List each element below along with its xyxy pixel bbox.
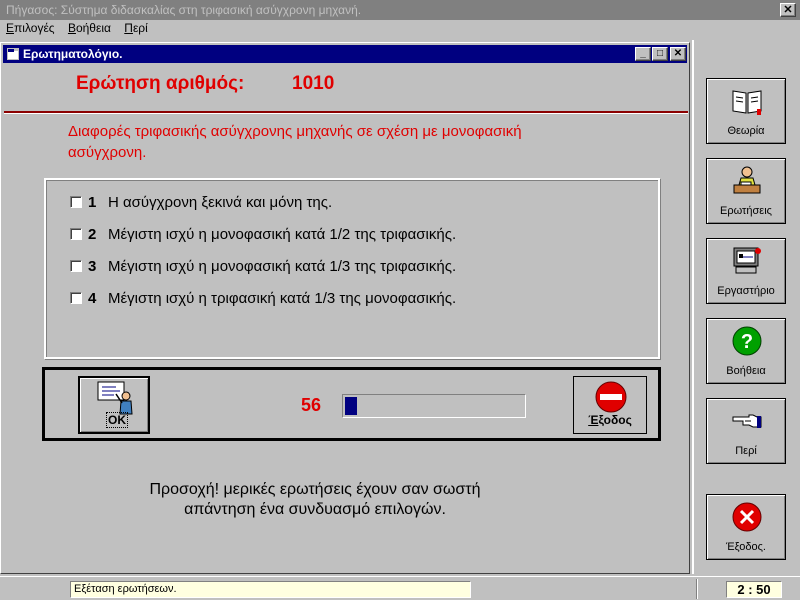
ok-label: OK — [106, 412, 128, 428]
status-separator — [696, 579, 698, 599]
about-button[interactable]: Περί — [706, 398, 786, 464]
help-label: Βοήθεια — [726, 365, 766, 377]
question-text: Διαφορές τριφασικής ασύγχρονης μηχανής σ… — [68, 123, 522, 161]
time-progress-bar — [342, 394, 526, 418]
status-text: Εξέταση ερωτήσεων. — [70, 581, 471, 598]
lab-label: Εργαστήριο — [717, 285, 775, 297]
app-title: Πήγασος: Σύστημα διδασκαλίας στη τριφασι… — [6, 3, 362, 17]
theory-label: Θεωρία — [727, 125, 765, 137]
teacher-desk-icon — [733, 166, 761, 194]
pointing-hand-icon — [732, 414, 762, 428]
option-1[interactable]: 1 Η ασύγχρονη ξεκινά και μόνη της. — [70, 193, 332, 213]
status-bar: Εξέταση ερωτήσεων. 2 : 50 — [0, 576, 800, 600]
menu-bar: Επιλογές Βοήθεια Περί — [0, 20, 800, 38]
question-number-label: Ερώτηση αριθμός: — [76, 73, 245, 94]
option-number: 1 — [88, 194, 97, 211]
option-number: 2 — [88, 226, 97, 243]
option-text: Μέγιστη ισχύ η τριφασική κατά 1/3 της μο… — [108, 290, 457, 307]
notice-line-1: Προσοχή! μερικές ερωτήσεις έχουν σαν σωσ… — [149, 481, 481, 498]
window-app-icon — [7, 48, 19, 60]
progress-fill — [345, 397, 357, 415]
exit-button[interactable]: Έξοδος — [573, 376, 647, 434]
child-close-button[interactable]: ✕ — [670, 47, 686, 61]
questions-button[interactable]: Ερωτήσεις — [706, 158, 786, 224]
help-button[interactable]: ? Βοήθεια — [706, 318, 786, 384]
svg-text:?: ? — [741, 331, 753, 353]
book-icon — [732, 90, 762, 115]
action-panel: OK 56 Έξοδος — [42, 367, 661, 441]
option-text: Μέγιστη ισχύ η μονοφασική κατά 1/2 της τ… — [108, 226, 457, 243]
menu-options[interactable]: Επιλογές — [0, 20, 59, 36]
option-checkbox[interactable] — [70, 228, 82, 240]
no-entry-icon — [595, 381, 627, 413]
close-circle-icon — [732, 502, 762, 532]
option-number: 3 — [88, 258, 97, 275]
ok-button[interactable]: OK — [78, 376, 150, 434]
app-close-button[interactable]: ✕ — [780, 3, 796, 17]
exit-app-button[interactable]: Έξοδος. — [706, 494, 786, 560]
question-icon: ? — [732, 326, 762, 356]
option-number: 4 — [88, 290, 97, 307]
about-label: Περί — [735, 445, 757, 457]
exit-app-label: Έξοδος. — [726, 541, 766, 553]
teacher-board-icon — [97, 381, 133, 415]
options-group: 1 Η ασύγχρονη ξεκινά και μόνη της. 2 Μέγισ… — [44, 178, 660, 359]
question-divider — [4, 111, 688, 114]
questions-label: Ερωτήσεις — [720, 205, 772, 217]
status-time: 2 : 50 — [726, 581, 782, 598]
app-title-bar: Πήγασος: Σύστημα διδασκαλίας στη τριφασι… — [0, 0, 800, 20]
computer-lab-icon — [733, 247, 761, 274]
questionnaire-title-bar: Ερωτηματολόγιο. _ □ ✕ — [3, 45, 687, 63]
minimize-button[interactable]: _ — [635, 47, 651, 61]
option-3[interactable]: 3 Μέγιστη ισχύ η μονοφασική κατά 1/3 της … — [70, 257, 456, 277]
restore-button[interactable]: □ — [652, 47, 668, 61]
option-checkbox[interactable] — [70, 260, 82, 272]
notice-line-2: απάντηση ένα συνδυασμό επιλογών. — [184, 501, 446, 518]
questionnaire-title: Ερωτηματολόγιο. — [23, 47, 123, 61]
right-toolbar: Θεωρία Ερωτήσεις Εργαστήριο ? Βοήθεια Πε… — [692, 40, 800, 574]
option-2[interactable]: 2 Μέγιστη ισχύ η μονοφασική κατά 1/2 της … — [70, 225, 456, 245]
question-number: 1010 — [292, 73, 335, 94]
menu-help[interactable]: Βοήθεια — [62, 20, 115, 36]
exit-label: Έξοδος — [588, 413, 632, 427]
option-4[interactable]: 4 Μέγιστη ισχύ η τριφασική κατά 1/3 της μ… — [70, 289, 456, 309]
option-checkbox[interactable] — [70, 196, 82, 208]
lab-button[interactable]: Εργαστήριο — [706, 238, 786, 304]
option-checkbox[interactable] — [70, 292, 82, 304]
theory-button[interactable]: Θεωρία — [706, 78, 786, 144]
option-text: Μέγιστη ισχύ η μονοφασική κατά 1/3 της τ… — [108, 258, 457, 275]
timer-value: 56 — [301, 395, 322, 415]
menu-about[interactable]: Περί — [118, 20, 152, 36]
notice-text: Προσοχή! μερικές ερωτήσεις έχουν σαν σωσ… — [100, 480, 530, 520]
option-text: Η ασύγχρονη ξεκινά και μόνη της. — [108, 194, 333, 211]
